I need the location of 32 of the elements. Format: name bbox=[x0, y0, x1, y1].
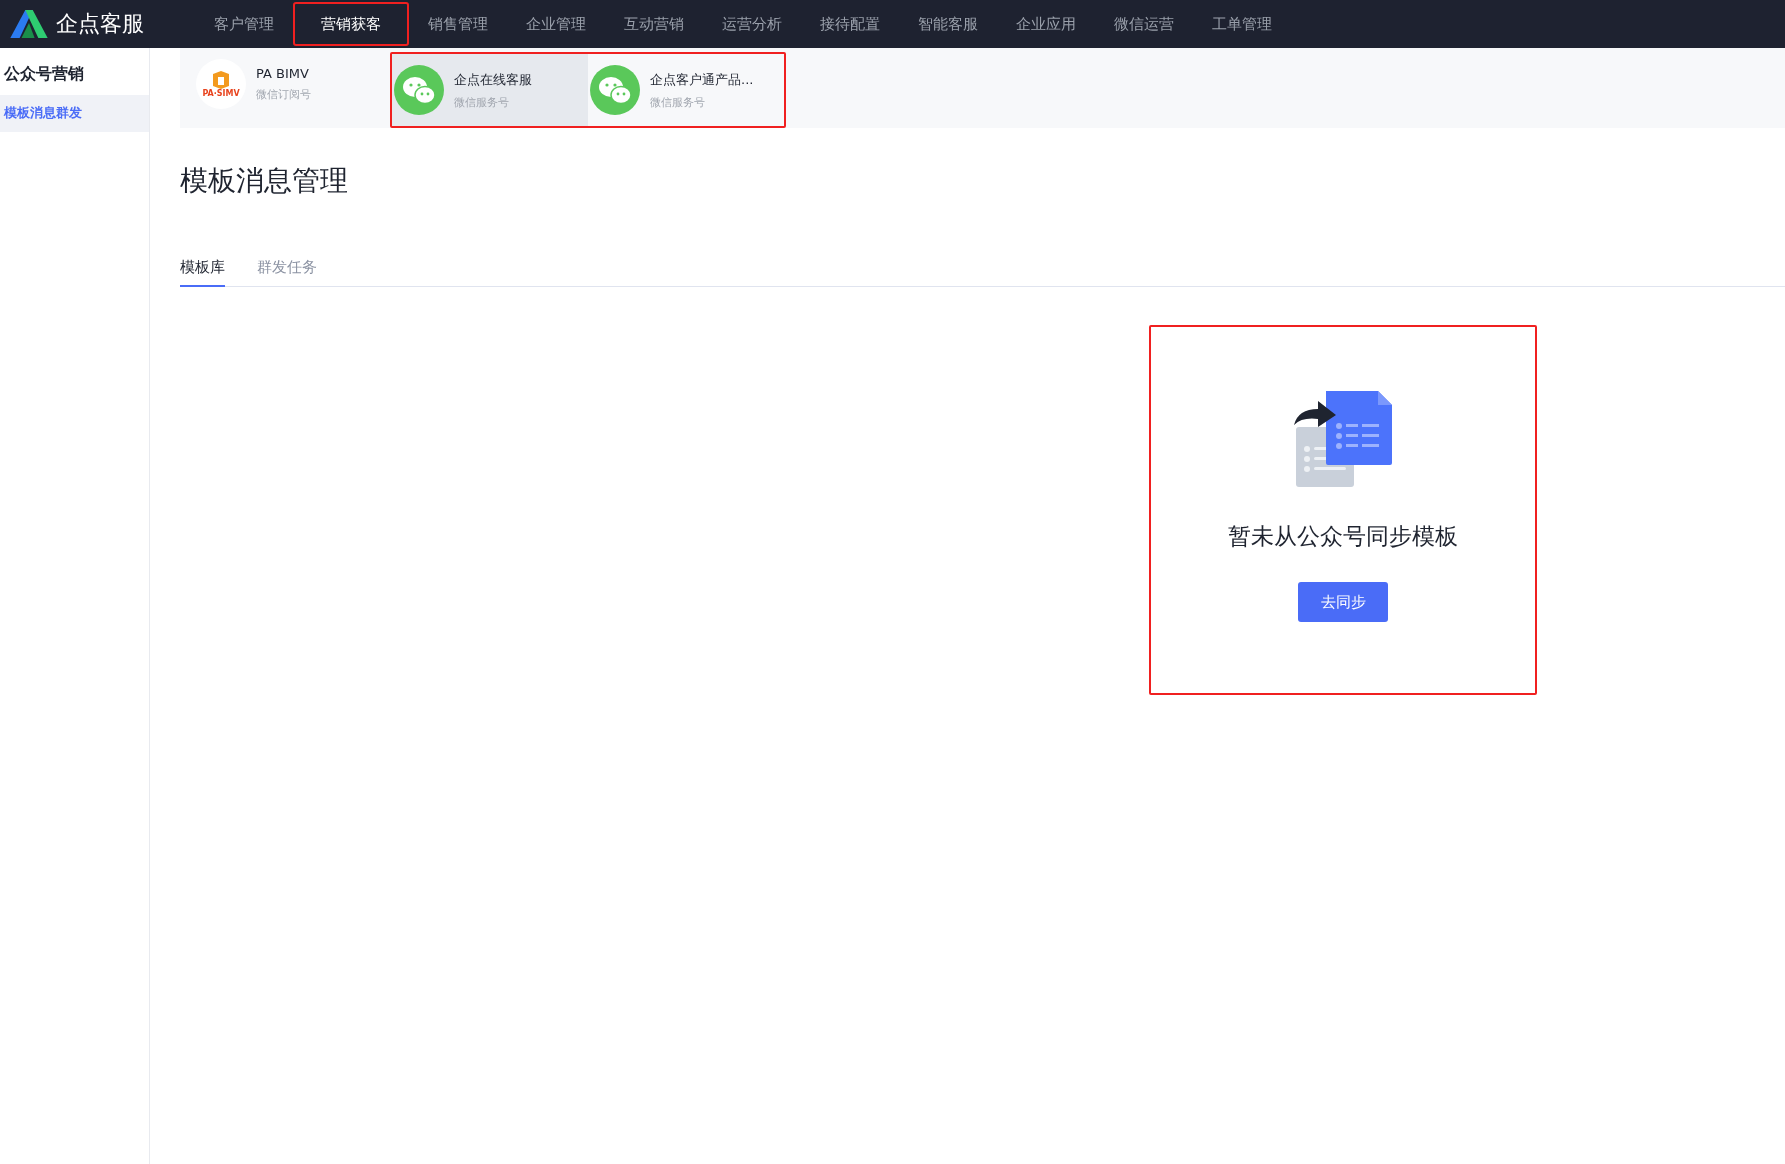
tab[interactable]: 模板库 bbox=[180, 258, 225, 287]
nav-item[interactable]: 接待配置 bbox=[801, 2, 899, 46]
nav-item[interactable]: 营销获客 bbox=[293, 2, 409, 46]
nav-item[interactable]: 互动营销 bbox=[605, 2, 703, 46]
account-card[interactable]: 企点客户通产品... 微信服务号 bbox=[588, 54, 784, 126]
account-name: PA BIMV bbox=[256, 66, 310, 81]
nav-item[interactable]: 微信运营 bbox=[1095, 2, 1193, 46]
box-icon bbox=[211, 70, 231, 89]
nav-item[interactable]: 工单管理 bbox=[1193, 2, 1291, 46]
chat-bubbles-icon bbox=[590, 65, 640, 115]
page-title: 模板消息管理 bbox=[180, 163, 349, 199]
nav-item[interactable]: 企业管理 bbox=[507, 2, 605, 46]
account-type: 微信订阅号 bbox=[256, 87, 311, 102]
documents-sync-icon bbox=[1294, 389, 1392, 487]
empty-message: 暂未从公众号同步模板 bbox=[1228, 522, 1458, 551]
sync-button[interactable]: 去同步 bbox=[1298, 582, 1388, 622]
nav-item[interactable]: 运营分析 bbox=[703, 2, 801, 46]
account-name: 企点客户通产品... bbox=[650, 70, 754, 89]
logo-icon bbox=[10, 10, 48, 38]
account-name: 企点在线客服 bbox=[454, 70, 532, 89]
sidebar-heading: 公众号营销 bbox=[3, 64, 85, 85]
nav-item[interactable]: 智能客服 bbox=[899, 2, 997, 46]
nav-item[interactable]: 客户管理 bbox=[195, 2, 293, 46]
account-type: 微信服务号 bbox=[650, 94, 706, 110]
logo-text: PA·SIMV bbox=[202, 88, 240, 98]
nav-item[interactable]: 销售管理 bbox=[409, 2, 507, 46]
tab[interactable]: 群发任务 bbox=[257, 258, 317, 287]
logo-text: 企点客服 bbox=[56, 10, 144, 38]
chat-bubbles-icon bbox=[394, 65, 444, 115]
sidebar-item[interactable]: 模板消息群发 bbox=[0, 95, 149, 132]
account-card[interactable]: PA·SIMV PA BIMV 微信订阅号 bbox=[180, 48, 390, 120]
nav-item[interactable]: 企业应用 bbox=[997, 2, 1095, 46]
